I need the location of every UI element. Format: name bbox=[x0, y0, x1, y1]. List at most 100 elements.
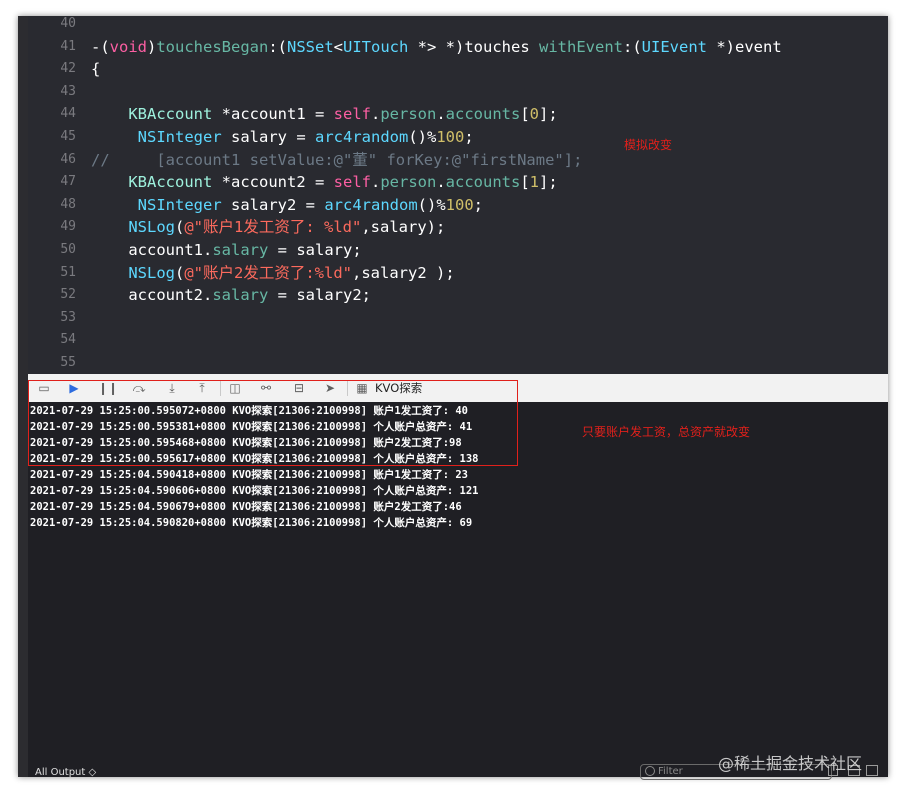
code-token: person bbox=[380, 173, 437, 192]
console-log-line: 2021-07-29 15:25:00.595468+0800 KVO探索[21… bbox=[30, 437, 462, 449]
line-number: 51 bbox=[60, 264, 76, 280]
line-number: 42 bbox=[60, 61, 76, 77]
code-token: accounts bbox=[445, 173, 521, 192]
code-token: salary bbox=[212, 241, 269, 259]
step-out-icon[interactable]: ⤒ bbox=[194, 380, 210, 396]
code-token: NSSet bbox=[287, 37, 334, 56]
memory-graph-icon[interactable]: ⚯ bbox=[258, 380, 274, 396]
code-token: ; bbox=[464, 128, 474, 146]
watermark: @稀土掘金技术社区 bbox=[718, 754, 863, 773]
console-log-line: 2021-07-29 15:25:04.590820+0800 KVO探索[21… bbox=[30, 517, 473, 529]
line-number: 54 bbox=[60, 332, 76, 348]
code-token: salary = bbox=[221, 128, 315, 146]
code-token: . bbox=[436, 105, 446, 124]
console-output[interactable]: 2021-07-29 15:25:00.595072+0800 KVO探索[21… bbox=[28, 402, 888, 762]
line-number: 50 bbox=[60, 242, 76, 257]
line-number: 49 bbox=[60, 219, 76, 235]
line-number: 40 bbox=[60, 16, 76, 31]
code-editor[interactable]: 40 41 -(void)touchesBegan:(NSSet<UITouch *… bbox=[28, 16, 888, 374]
code-text: NSInteger salary2 = arc4random()%100; bbox=[91, 194, 483, 216]
environment-icon[interactable]: ⊟ bbox=[291, 380, 307, 396]
code-token: ; bbox=[473, 195, 483, 214]
code-token: person bbox=[380, 105, 437, 124]
split-view-alt-icon[interactable] bbox=[866, 765, 878, 776]
code-token: accounts bbox=[445, 105, 521, 124]
code-token: [ bbox=[520, 173, 530, 192]
line-number: 53 bbox=[60, 309, 76, 325]
code-token: withEvent bbox=[539, 37, 623, 56]
code-token: *account2 = bbox=[212, 173, 334, 192]
code-token: -( bbox=[91, 37, 110, 56]
code-token: ,salary); bbox=[361, 218, 446, 237]
code-token: ()% bbox=[408, 128, 437, 146]
code-token: ( bbox=[175, 218, 185, 237]
view-hierarchy-icon[interactable]: ◫ bbox=[227, 380, 243, 396]
code-token: 100 bbox=[436, 128, 465, 146]
console-log-line: 2021-07-29 15:25:04.590606+0800 KVO探索[21… bbox=[30, 485, 479, 497]
process-app-icon: ▦ bbox=[356, 381, 368, 395]
code-token: self bbox=[333, 105, 371, 124]
hide-panel-icon[interactable]: ▭ bbox=[36, 380, 52, 396]
code-token: ) bbox=[147, 37, 157, 56]
console-log-line: 2021-07-29 15:25:04.590418+0800 KVO探索[21… bbox=[30, 469, 469, 481]
filter-placeholder: Filter bbox=[658, 766, 683, 777]
code-token: = salary; bbox=[268, 241, 362, 259]
code-token: self bbox=[333, 173, 371, 192]
toolbar-separator bbox=[220, 380, 221, 396]
code-token: *account1 = bbox=[212, 105, 334, 124]
code-token: @"账户1发工资了: %ld" bbox=[184, 218, 362, 237]
code-token: 0 bbox=[529, 105, 540, 124]
code-token: @"账户2发工资了:%ld" bbox=[184, 263, 352, 282]
line-number: 47 bbox=[60, 174, 76, 190]
code-token: ]; bbox=[539, 105, 558, 124]
code-text: NSInteger salary = arc4random()%100; bbox=[91, 126, 474, 148]
code-token: ,salary2 ); bbox=[352, 263, 455, 282]
code-text: account2.salary = salary2; bbox=[91, 284, 371, 306]
code-token: arc4random bbox=[324, 195, 418, 214]
code-token: NSInteger bbox=[137, 195, 222, 214]
code-token: ]; bbox=[539, 173, 558, 192]
debug-toolbar: ▭ ▶ ❙❙ ⤼ ⤓ ⤒ ◫ ⚯ ⊟ ➤ ▦ KVO探索 bbox=[28, 374, 888, 403]
code-token: *> *)touches bbox=[408, 37, 539, 56]
line-number: 46 bbox=[60, 151, 76, 167]
line-number: 41 bbox=[60, 38, 76, 54]
annotation-balance-change: 只要账户发工资，总资产就改变 bbox=[582, 425, 751, 439]
code-token: ( bbox=[175, 263, 185, 282]
code-token: account2. bbox=[91, 286, 213, 305]
code-token: = salary2; bbox=[268, 286, 371, 305]
step-over-icon[interactable]: ⤼ bbox=[131, 380, 147, 396]
line-number: 43 bbox=[60, 83, 76, 99]
toolbar-separator bbox=[347, 380, 348, 396]
breakpoints-icon[interactable]: ▶ bbox=[66, 380, 82, 396]
code-token: UIEvent bbox=[641, 37, 707, 56]
code-token: . bbox=[436, 173, 446, 192]
console-log-line: 2021-07-29 15:25:00.595617+0800 KVO探索[21… bbox=[30, 453, 479, 465]
code-text: account1.salary = salary; bbox=[91, 239, 362, 261]
code-token: salary2 = bbox=[221, 195, 325, 214]
step-into-icon[interactable]: ⤓ bbox=[164, 380, 180, 396]
code-token: . bbox=[370, 105, 381, 124]
code-token: KBAccount bbox=[128, 105, 213, 124]
code-token: UITouch bbox=[343, 37, 409, 56]
left-gutter-strip bbox=[18, 16, 28, 777]
code-token: // [account1 setValue:@"董" forKey:@"firs… bbox=[91, 150, 583, 169]
pause-icon[interactable]: ❙❙ bbox=[98, 380, 118, 396]
console-log-line: 2021-07-29 15:25:00.595381+0800 KVO探索[21… bbox=[30, 421, 473, 433]
annotation-simulate-change: 模拟改变 bbox=[624, 138, 673, 152]
code-token: touchesBegan bbox=[156, 37, 269, 56]
code-token: KBAccount bbox=[128, 173, 213, 192]
process-label[interactable]: KVO探索 bbox=[375, 380, 422, 396]
output-scope-selector[interactable]: All Output ◇ bbox=[35, 767, 96, 778]
location-icon[interactable]: ➤ bbox=[322, 380, 338, 396]
code-text: NSLog(@"账户1发工资了: %ld",salary); bbox=[91, 216, 445, 238]
code-token: [ bbox=[520, 105, 530, 124]
code-text: KBAccount *account1 = self.person.accoun… bbox=[91, 103, 558, 125]
line-number: 55 bbox=[60, 355, 76, 370]
code-text: NSLog(@"账户2发工资了:%ld",salary2 ); bbox=[91, 262, 455, 284]
line-number: 52 bbox=[60, 287, 76, 303]
code-text: -(void)touchesBegan:(NSSet<UITouch *> *)… bbox=[91, 36, 782, 58]
